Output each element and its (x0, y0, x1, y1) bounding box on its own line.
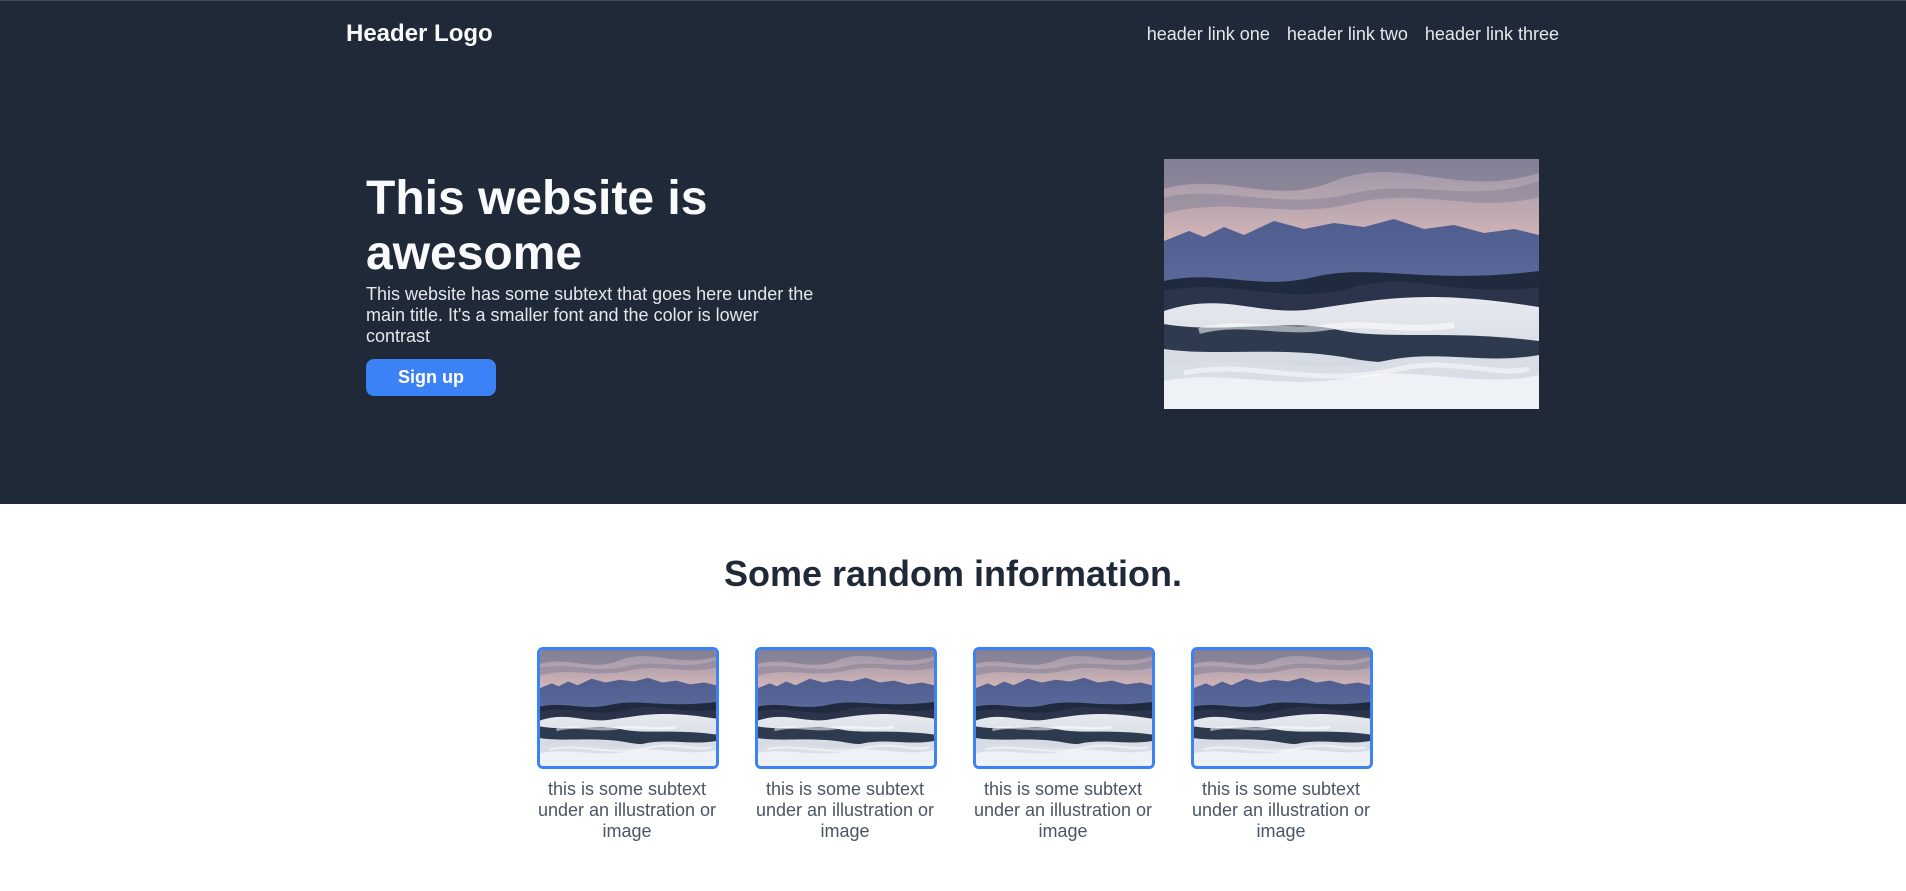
info-card: this is some subtext under an illustrati… (973, 647, 1155, 842)
desert-dunes-landscape-image (1194, 650, 1370, 766)
card-image (755, 647, 937, 769)
card-subtext: this is some subtext under an illustrati… (973, 779, 1153, 841)
info-card: this is some subtext under an illustrati… (537, 647, 719, 842)
sign-up-button[interactable]: Sign up (366, 359, 496, 396)
header-nav: header link one header link two header l… (1147, 21, 1559, 47)
info-title: Some random information. (723, 553, 1183, 594)
card-subtext: this is some subtext under an illustrati… (755, 779, 935, 841)
hero-subtext: This website has some subtext that goes … (366, 284, 814, 346)
header-link-two[interactable]: header link two (1287, 21, 1408, 47)
desert-dunes-landscape-image (1164, 159, 1539, 409)
header-section: Header Logo header link one header link … (0, 0, 1906, 504)
header-link-one[interactable]: header link one (1147, 21, 1270, 47)
header-logo[interactable]: Header Logo (346, 19, 493, 49)
card-image (973, 647, 1155, 769)
hero-image (1164, 159, 1539, 409)
hero-title: This website is awesome (366, 172, 708, 280)
cards-row: this is some subtext under an illustrati… (537, 647, 1373, 842)
hero-text-block: This website is awesome This website has… (366, 171, 836, 396)
card-subtext: this is some subtext under an illustrati… (1191, 779, 1371, 841)
card-image (1191, 647, 1373, 769)
info-card: this is some subtext under an illustrati… (755, 647, 937, 842)
card-subtext: this is some subtext under an illustrati… (537, 779, 717, 841)
info-card: this is some subtext under an illustrati… (1191, 647, 1373, 842)
desert-dunes-landscape-image (758, 650, 934, 766)
card-image (537, 647, 719, 769)
header-link-three[interactable]: header link three (1425, 21, 1559, 47)
desert-dunes-landscape-image (976, 650, 1152, 766)
desert-dunes-landscape-image (540, 650, 716, 766)
